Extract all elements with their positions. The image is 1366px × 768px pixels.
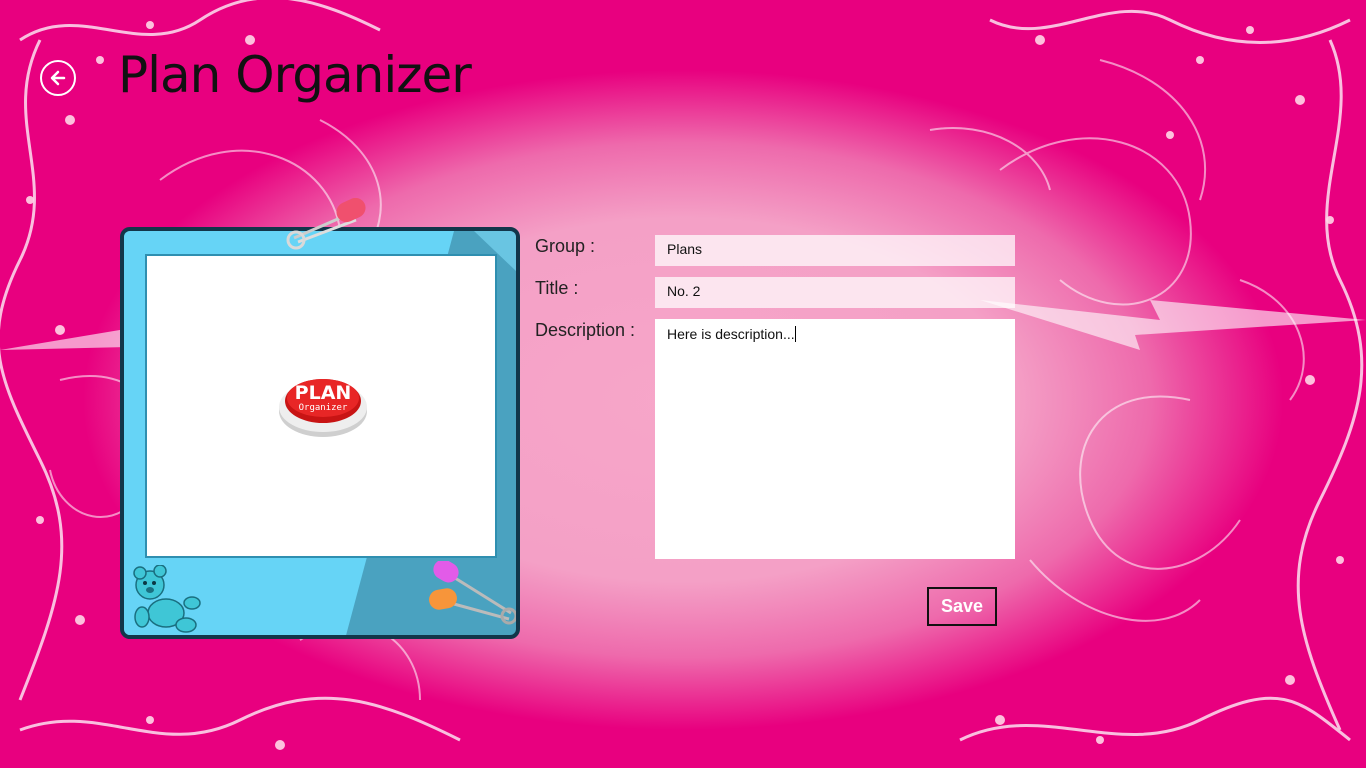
back-button[interactable] [40, 60, 76, 96]
title-label: Title : [535, 278, 579, 298]
text-caret [794, 326, 796, 342]
group-input[interactable]: Plans [655, 235, 1015, 266]
plan-organizer-logo: PLAN Organizer [279, 379, 367, 437]
back-arrow-icon [50, 70, 66, 86]
safety-pin-icon [286, 198, 366, 250]
teddy-bear-icon [133, 565, 201, 633]
safety-pins-icon [429, 561, 516, 625]
description-textarea[interactable]: Here is description... [655, 319, 1015, 559]
description-label: Description : [535, 320, 636, 340]
group-label: Group : [535, 236, 596, 256]
save-button[interactable]: Save [927, 587, 997, 626]
title-input[interactable]: No. 2 [655, 277, 1015, 308]
svg-text:Organizer: Organizer [299, 403, 348, 413]
svg-text:PLAN: PLAN [295, 382, 352, 404]
photo-frame: PLAN Organizer [120, 227, 520, 639]
description-text: Here is description... [667, 326, 795, 342]
photo-area[interactable]: PLAN Organizer [145, 254, 497, 558]
page-title: Plan Organizer [118, 46, 472, 104]
app-page: Plan Organizer PLAN Organizer Group: Pl… [0, 0, 1366, 768]
